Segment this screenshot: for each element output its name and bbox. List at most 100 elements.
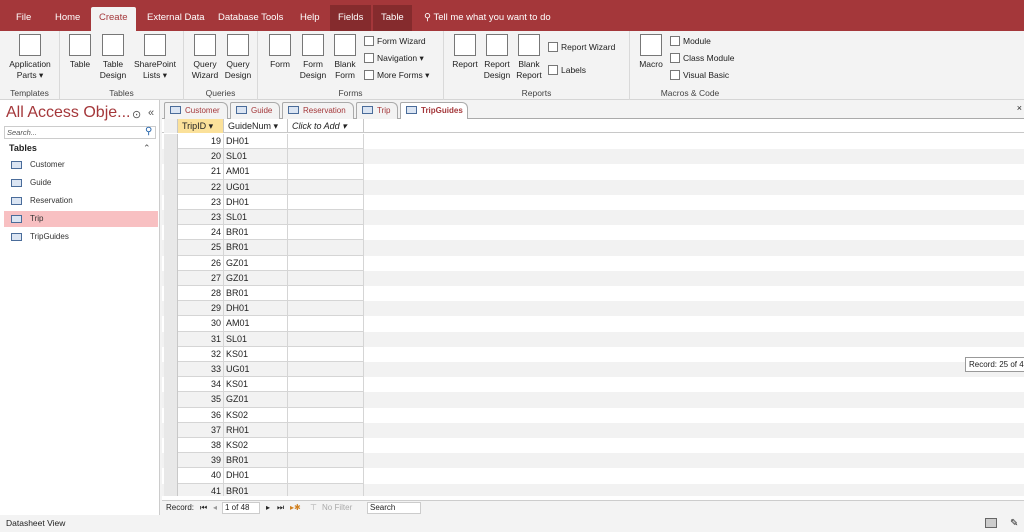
table-row[interactable]: 30 AM01 bbox=[162, 316, 1024, 332]
cell-guidenum[interactable]: UG01 bbox=[224, 362, 288, 378]
record-selector[interactable] bbox=[164, 270, 178, 286]
new-record-button[interactable]: ▸✱ bbox=[290, 501, 301, 515]
record-selector[interactable] bbox=[164, 422, 178, 438]
cell-empty[interactable] bbox=[288, 346, 364, 362]
cell-tripid[interactable]: 33 bbox=[178, 362, 224, 378]
record-selector[interactable] bbox=[164, 438, 178, 454]
form-button[interactable]: Form bbox=[266, 34, 294, 70]
cell-empty[interactable] bbox=[288, 301, 364, 317]
nav-item-trip[interactable]: Trip bbox=[4, 211, 158, 227]
record-selector[interactable] bbox=[164, 331, 178, 347]
table-row[interactable]: 25 BR01 bbox=[162, 240, 1024, 256]
last-record-button[interactable]: ⏭ bbox=[277, 501, 284, 515]
doc-tab-reservation[interactable]: Reservation bbox=[282, 102, 354, 119]
cell-guidenum[interactable]: DH01 bbox=[224, 134, 288, 150]
collapse-nav-icon[interactable]: « bbox=[148, 107, 154, 119]
record-selector[interactable] bbox=[164, 179, 178, 195]
table-row[interactable]: 36 KS02 bbox=[162, 407, 1024, 423]
cell-tripid[interactable]: 40 bbox=[178, 468, 224, 484]
form-wizard-button[interactable]: Form Wizard bbox=[364, 34, 426, 48]
design-view-icon[interactable]: ✎ bbox=[1010, 515, 1018, 532]
cell-tripid[interactable]: 20 bbox=[178, 149, 224, 165]
record-selector[interactable] bbox=[164, 301, 178, 317]
nav-item-guide[interactable]: Guide bbox=[4, 175, 158, 191]
nav-item-customer[interactable]: Customer bbox=[4, 157, 158, 173]
record-selector[interactable] bbox=[164, 240, 178, 256]
report-button[interactable]: Report bbox=[450, 34, 480, 70]
table-row[interactable]: 40 DH01 bbox=[162, 468, 1024, 484]
table-row[interactable]: 37 RH01 bbox=[162, 422, 1024, 438]
cell-empty[interactable] bbox=[288, 438, 364, 454]
cell-guidenum[interactable]: SL01 bbox=[224, 210, 288, 226]
cell-tripid[interactable]: 23 bbox=[178, 194, 224, 210]
cell-guidenum[interactable]: DH01 bbox=[224, 468, 288, 484]
table-row[interactable]: 34 KS01 bbox=[162, 377, 1024, 393]
cell-empty[interactable] bbox=[288, 286, 364, 302]
record-selector[interactable] bbox=[164, 392, 178, 408]
cell-guidenum[interactable]: UG01 bbox=[224, 179, 288, 195]
cell-guidenum[interactable]: KS01 bbox=[224, 346, 288, 362]
cell-tripid[interactable]: 35 bbox=[178, 392, 224, 408]
nav-item-reservation[interactable]: Reservation bbox=[4, 193, 158, 209]
cell-empty[interactable] bbox=[288, 331, 364, 347]
table-row[interactable]: 27 GZ01 bbox=[162, 270, 1024, 286]
record-selector[interactable] bbox=[164, 286, 178, 302]
tab-home[interactable]: Home bbox=[47, 7, 88, 31]
table-row[interactable]: 20 SL01 bbox=[162, 149, 1024, 165]
cell-tripid[interactable]: 28 bbox=[178, 286, 224, 302]
labels-button[interactable]: Labels bbox=[548, 63, 586, 77]
column-header-guidenum[interactable]: GuideNum ▾ bbox=[224, 119, 288, 133]
cell-empty[interactable] bbox=[288, 422, 364, 438]
nav-menu-dropdown-icon[interactable]: ⊙ bbox=[132, 108, 141, 121]
cell-empty[interactable] bbox=[288, 194, 364, 210]
class-module-button[interactable]: Class Module bbox=[670, 51, 735, 65]
cell-empty[interactable] bbox=[288, 316, 364, 332]
table-row[interactable]: 24 BR01 bbox=[162, 225, 1024, 241]
more-forms-button[interactable]: More Forms ▾ bbox=[364, 68, 429, 82]
record-selector[interactable] bbox=[164, 194, 178, 210]
record-selector[interactable] bbox=[164, 164, 178, 180]
doc-tab-tripguides[interactable]: TripGuides bbox=[400, 102, 468, 120]
cell-tripid[interactable]: 25 bbox=[178, 240, 224, 256]
cell-empty[interactable] bbox=[288, 468, 364, 484]
query-design-button[interactable]: Query Design bbox=[222, 34, 254, 81]
cell-guidenum[interactable]: SL01 bbox=[224, 331, 288, 347]
record-selector[interactable] bbox=[164, 483, 178, 496]
record-selector[interactable] bbox=[164, 346, 178, 362]
cell-empty[interactable] bbox=[288, 179, 364, 195]
cell-empty[interactable] bbox=[288, 240, 364, 256]
nav-item-tripguides[interactable]: TripGuides bbox=[4, 229, 158, 245]
record-selector[interactable] bbox=[164, 453, 178, 469]
close-document-icon[interactable]: × bbox=[1017, 103, 1022, 113]
cell-guidenum[interactable]: DH01 bbox=[224, 301, 288, 317]
table-row[interactable]: 21 AM01 bbox=[162, 164, 1024, 180]
cell-empty[interactable] bbox=[288, 392, 364, 408]
report-wizard-button[interactable]: Report Wizard bbox=[548, 40, 615, 54]
no-filter-button[interactable]: No Filter bbox=[322, 501, 352, 515]
cell-tripid[interactable]: 38 bbox=[178, 438, 224, 454]
cell-tripid[interactable]: 39 bbox=[178, 453, 224, 469]
select-all-button[interactable] bbox=[164, 119, 178, 133]
record-selector[interactable] bbox=[164, 407, 178, 423]
cell-tripid[interactable]: 34 bbox=[178, 377, 224, 393]
cell-tripid[interactable]: 31 bbox=[178, 331, 224, 347]
tab-external-data[interactable]: External Data bbox=[139, 7, 213, 31]
cell-empty[interactable] bbox=[288, 377, 364, 393]
search-icon[interactable]: ⚲ bbox=[145, 126, 152, 137]
visual-basic-button[interactable]: Visual Basic bbox=[670, 68, 729, 82]
current-record-input[interactable]: 1 of 48 bbox=[222, 502, 260, 514]
record-selector[interactable] bbox=[164, 468, 178, 484]
tab-database-tools[interactable]: Database Tools bbox=[210, 7, 291, 31]
nav-pane-title[interactable]: All Access Obje... bbox=[6, 104, 131, 122]
cell-empty[interactable] bbox=[288, 453, 364, 469]
record-selector[interactable] bbox=[164, 210, 178, 226]
cell-guidenum[interactable]: KS02 bbox=[224, 407, 288, 423]
doc-tab-trip[interactable]: Trip bbox=[356, 102, 398, 119]
cell-tripid[interactable]: 36 bbox=[178, 407, 224, 423]
cell-tripid[interactable]: 41 bbox=[178, 483, 224, 496]
cell-tripid[interactable]: 24 bbox=[178, 225, 224, 241]
cell-guidenum[interactable]: AM01 bbox=[224, 316, 288, 332]
sharepoint-lists-button[interactable]: SharePoint Lists ▾ bbox=[132, 34, 178, 81]
table-row[interactable]: 39 BR01 bbox=[162, 453, 1024, 469]
cell-guidenum[interactable]: SL01 bbox=[224, 149, 288, 165]
